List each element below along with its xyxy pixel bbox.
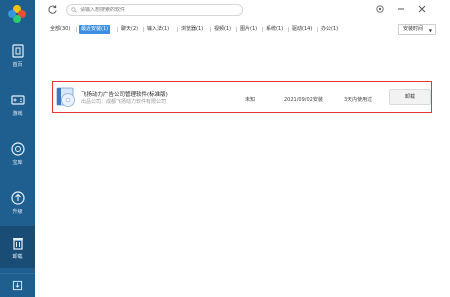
tab-divider <box>143 27 144 32</box>
category-tabs: 全部(30) 最近安装(1) 聊天(2) 输入法(1) 浏览器(1) 视频(1)… <box>35 21 450 39</box>
tab-office[interactable]: 办公(1) <box>321 25 338 34</box>
tab-all[interactable]: 全部(30) <box>50 25 70 34</box>
highlight-frame <box>52 81 432 113</box>
sort-select-value: 安装时间 <box>403 26 424 32</box>
tab-divider <box>317 27 318 32</box>
sidebar-item-uninstall[interactable]: 卸载 <box>0 226 35 268</box>
home-icon <box>11 43 24 58</box>
upgrade-icon <box>10 190 25 205</box>
download-icon <box>12 280 23 291</box>
tab-video[interactable]: 视频(1) <box>214 25 231 34</box>
sidebar-item-label: 宝库 <box>12 159 23 166</box>
tab-divider <box>210 27 211 32</box>
tab-browser[interactable]: 浏览器(1) <box>181 25 203 34</box>
sidebar-item-upgrade[interactable]: 升级 <box>0 182 35 222</box>
tab-driver[interactable]: 驱动(14) <box>292 25 312 34</box>
top-bar <box>35 0 450 20</box>
search-icon <box>71 7 77 13</box>
sidebar-item-label: 游戏 <box>12 110 23 117</box>
close-icon[interactable] <box>417 4 427 14</box>
tab-chat[interactable]: 聊天(2) <box>121 25 138 34</box>
tab-divider <box>76 27 77 32</box>
chevron-down-icon: ▼ <box>428 28 432 33</box>
tab-divider <box>288 27 289 32</box>
sidebar-item-games[interactable]: 游戏 <box>0 84 35 124</box>
sidebar-item-label: 首页 <box>12 61 23 68</box>
sidebar-item-label: 卸载 <box>12 253 23 260</box>
sidebar: 首页 游戏 宝库 升级 卸载 <box>0 0 35 297</box>
trash-icon <box>12 237 23 250</box>
refresh-icon[interactable] <box>47 4 58 15</box>
tab-input-method[interactable]: 输入法(1) <box>147 25 169 34</box>
search-box[interactable] <box>66 4 243 16</box>
download-manager-button[interactable] <box>0 273 35 297</box>
tab-divider <box>177 27 178 32</box>
treasure-icon <box>10 141 25 156</box>
gamepad-icon <box>10 94 25 105</box>
sidebar-item-treasure[interactable]: 宝库 <box>0 133 35 173</box>
sidebar-item-home[interactable]: 首页 <box>0 35 35 75</box>
minimize-icon[interactable] <box>396 4 406 14</box>
tab-recent-installs[interactable]: 最近安装(1) <box>79 25 111 34</box>
tab-image[interactable]: 图片(1) <box>240 25 257 34</box>
sidebar-item-label: 升级 <box>12 208 23 215</box>
tab-divider <box>236 27 237 32</box>
sort-select[interactable]: 安装时间 ▼ <box>398 24 436 35</box>
search-input[interactable] <box>80 7 230 13</box>
tab-divider <box>117 27 118 32</box>
tab-system[interactable]: 系统(1) <box>266 25 283 34</box>
settings-icon[interactable] <box>375 4 385 14</box>
tab-divider <box>262 27 263 32</box>
app-logo-icon <box>8 5 26 23</box>
